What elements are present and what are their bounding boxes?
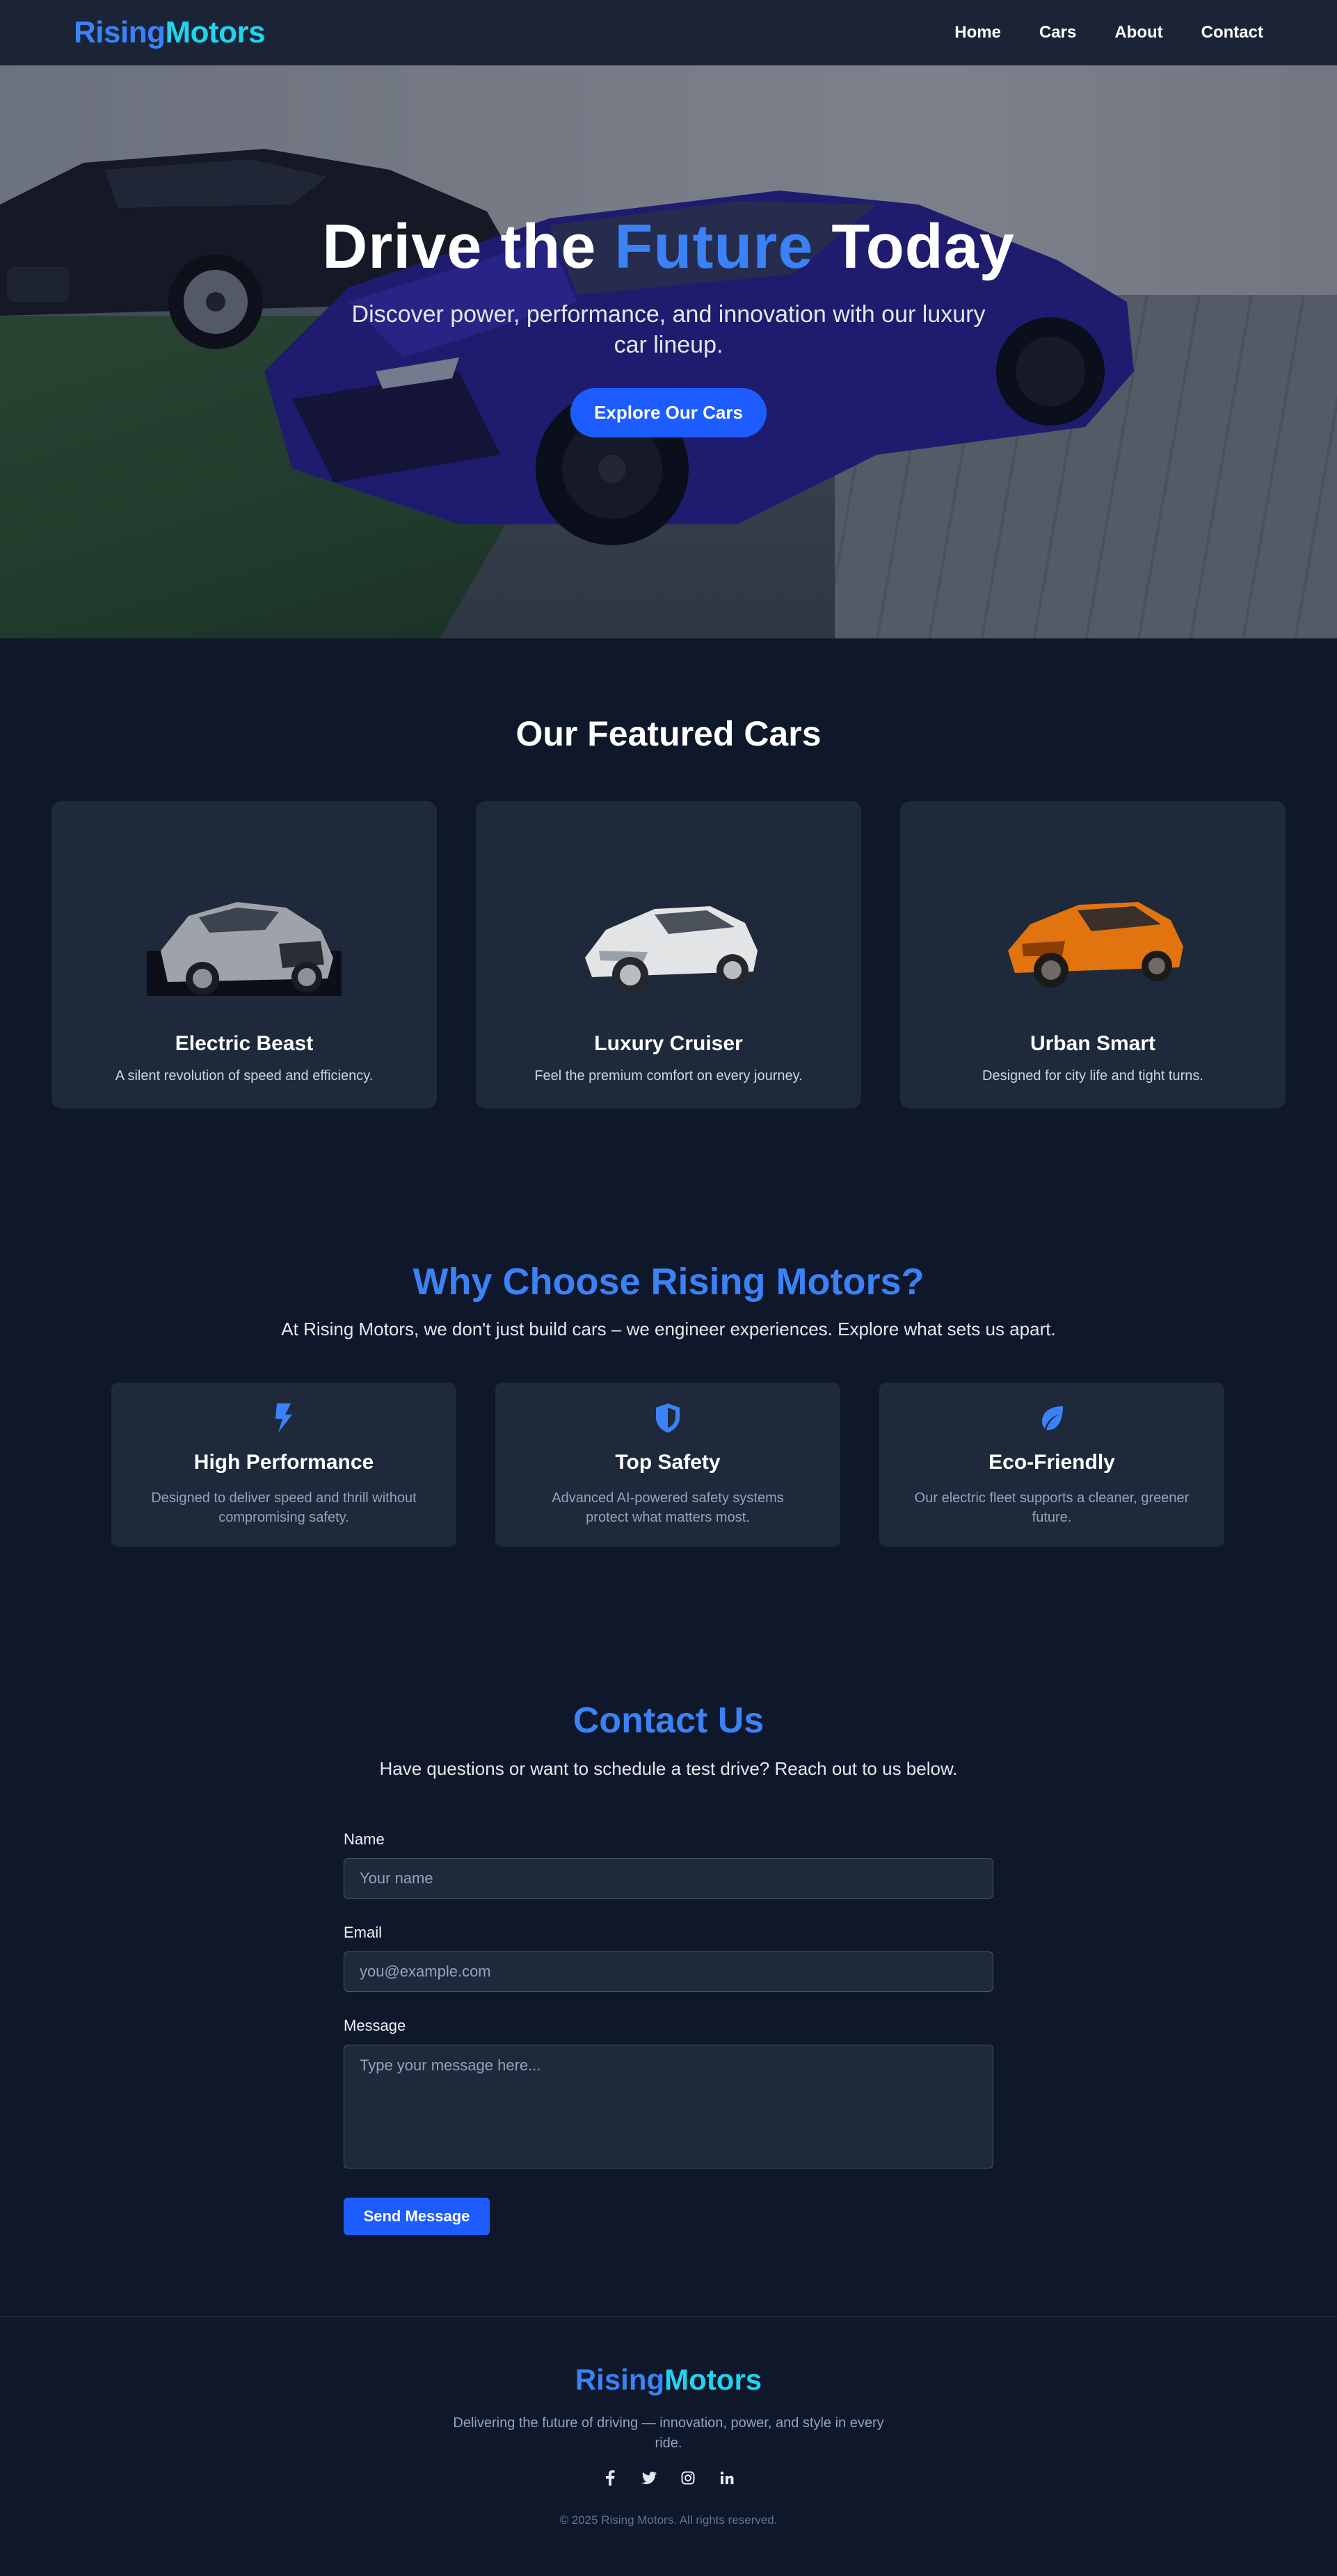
twitter-icon[interactable] bbox=[641, 2470, 657, 2486]
message-label: Message bbox=[344, 2017, 406, 2034]
facebook-icon[interactable] bbox=[602, 2470, 618, 2486]
footer-logo-part-rising: Rising bbox=[575, 2363, 665, 2396]
logo-part-rising: Rising bbox=[74, 15, 166, 49]
nav-link-cars[interactable]: Cars bbox=[1039, 23, 1076, 42]
car-card-desc: Feel the premium comfort on every journe… bbox=[534, 1068, 803, 1084]
featured-cars-grid: Electric Beast A silent revolution of sp… bbox=[51, 801, 1286, 1109]
car-card-desc: A silent revolution of speed and efficie… bbox=[115, 1068, 374, 1084]
why-choose-title: Why Choose Rising Motors? bbox=[413, 1261, 924, 1303]
feature-desc: Designed to deliver speed and thrill wit… bbox=[151, 1490, 417, 1525]
email-input[interactable] bbox=[344, 1951, 993, 1992]
white-car-image bbox=[585, 906, 758, 993]
copyright-text: © 2025 Rising Motors. All rights reserve… bbox=[559, 2513, 778, 2527]
footer-description: Delivering the future of driving — innov… bbox=[453, 2415, 884, 2451]
contact-form: Name Email Message Send Message bbox=[344, 1830, 993, 2235]
car-card[interactable]: Electric Beast A silent revolution of sp… bbox=[51, 801, 437, 1109]
feature-desc: Advanced AI-powered safety systems prote… bbox=[552, 1490, 784, 1525]
contact-title: Contact Us bbox=[573, 1700, 764, 1741]
hero-section: Drive the Future Today Discover power, p… bbox=[0, 65, 1337, 638]
car-card-desc: Designed for city life and tight turns. bbox=[982, 1068, 1203, 1084]
nav-link-about[interactable]: About bbox=[1114, 23, 1162, 42]
features-grid: High Performance Designed to deliver spe… bbox=[111, 1383, 1224, 1547]
message-textarea[interactable] bbox=[344, 2045, 993, 2168]
footer-divider bbox=[0, 2316, 1337, 2317]
logo-part-motors: Motors bbox=[165, 15, 266, 49]
feature-card: Top Safety Advanced AI-powered safety sy… bbox=[495, 1383, 840, 1547]
feature-title: Top Safety bbox=[615, 1451, 721, 1474]
car-card-title: Luxury Cruiser bbox=[594, 1032, 743, 1055]
feature-card: High Performance Designed to deliver spe… bbox=[111, 1383, 456, 1547]
footer-logo-part-motors: Motors bbox=[664, 2363, 762, 2396]
hero-content: Drive the Future Today Discover power, p… bbox=[0, 211, 1337, 437]
shield-icon bbox=[656, 1403, 680, 1433]
hero-title-pre: Drive the bbox=[322, 212, 615, 282]
nav-links: Home Cars About Contact bbox=[954, 23, 1263, 42]
top-navbar: RisingMotors Home Cars About Contact bbox=[0, 0, 1337, 65]
car-card-title: Electric Beast bbox=[175, 1032, 314, 1055]
instagram-icon[interactable] bbox=[680, 2470, 696, 2486]
hero-title-post: Today bbox=[813, 212, 1015, 282]
silver-car-image bbox=[147, 902, 342, 996]
site-logo[interactable]: RisingMotors bbox=[74, 15, 266, 50]
orange-car-image bbox=[1008, 902, 1183, 988]
why-choose-subtitle: At Rising Motors, we don't just build ca… bbox=[281, 1319, 1056, 1339]
send-message-button[interactable]: Send Message bbox=[344, 2198, 490, 2235]
feature-card: Eco-Friendly Our electric fleet supports… bbox=[879, 1383, 1224, 1547]
car-card[interactable]: Luxury Cruiser Feel the premium comfort … bbox=[476, 801, 861, 1109]
linkedin-icon[interactable] bbox=[719, 2470, 735, 2486]
nav-link-contact[interactable]: Contact bbox=[1201, 23, 1263, 42]
feature-title: High Performance bbox=[193, 1451, 374, 1474]
hero-subtitle: Discover power, performance, and innovat… bbox=[351, 300, 986, 358]
email-label: Email bbox=[344, 1924, 383, 1941]
footer-logo[interactable]: RisingMotors bbox=[0, 2363, 1337, 2397]
bolt-icon bbox=[275, 1403, 292, 1433]
name-input[interactable] bbox=[344, 1858, 993, 1899]
contact-subtitle: Have questions or want to schedule a tes… bbox=[379, 1758, 958, 1779]
hero-title: Drive the Future Today bbox=[0, 211, 1337, 284]
name-label: Name bbox=[344, 1830, 385, 1848]
feature-title: Eco-Friendly bbox=[988, 1451, 1115, 1474]
feature-desc: Our electric fleet supports a cleaner, g… bbox=[914, 1490, 1190, 1525]
explore-cars-button[interactable]: Explore Our Cars bbox=[570, 387, 767, 437]
social-links bbox=[0, 2470, 1337, 2486]
leaf-icon bbox=[1042, 1406, 1063, 1431]
nav-link-home[interactable]: Home bbox=[954, 23, 1001, 42]
hero-title-accent: Future bbox=[614, 212, 814, 282]
car-card-title: Urban Smart bbox=[1030, 1032, 1156, 1055]
car-card[interactable]: Urban Smart Designed for city life and t… bbox=[900, 801, 1286, 1109]
featured-cars-title: Our Featured Cars bbox=[515, 714, 822, 753]
